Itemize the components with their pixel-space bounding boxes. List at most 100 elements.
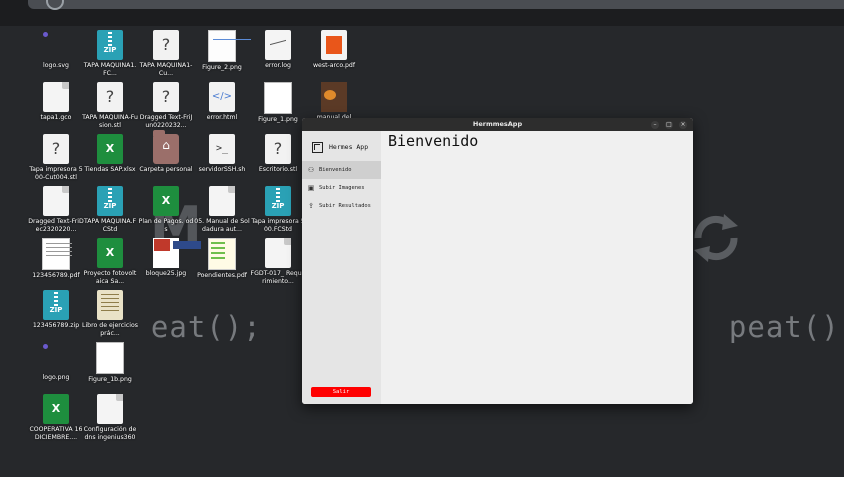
desktop-icon-label: Poendientes.pdf (197, 272, 247, 279)
exit-button[interactable]: Salir (311, 387, 371, 397)
window-title: HermmesApp (472, 120, 523, 128)
desktop-icon[interactable]: X COOPERATIVA 16 DICIEMBRE.... (28, 394, 84, 442)
desktop-icon-label: logo.svg (43, 62, 69, 69)
desktop-icon[interactable]: logo.svg (28, 30, 84, 70)
desktop-icon-label: Figure_1.png (258, 116, 298, 123)
sidebar-item-bienvenido[interactable]: ⚇ Bienvenido (302, 161, 381, 179)
document-icon (265, 238, 291, 268)
maximize-icon[interactable]: □ (665, 121, 673, 129)
desktop-icon[interactable]: ZIP 123456789.zip (28, 290, 84, 330)
close-icon[interactable]: × (679, 121, 687, 129)
desktop-icon-label: logo.png (42, 374, 70, 381)
pdf-file-icon (42, 238, 72, 270)
desktop-icon[interactable]: Figure_2.png (194, 30, 251, 72)
minimize-icon[interactable]: – (651, 121, 659, 129)
desktop-icon[interactable]: Carpeta personal (138, 130, 194, 174)
top-panel (0, 0, 844, 26)
sidebar-item-subir-resultados[interactable]: ⇪ Subir Resultados (302, 197, 381, 215)
desktop-icon[interactable]: Poendientes.pdf (194, 238, 250, 280)
sidebar-item-label: Subir Resultados (319, 203, 371, 209)
desktop-icon-label: Figure_2.png (202, 64, 242, 71)
desktop-icon[interactable]: Configuración de dns ingenius360 (82, 394, 138, 442)
desktop-icon-label: Escritorio.stl (258, 166, 298, 173)
desktop-icon[interactable]: ZIP Tapa impresora 500.FCStd (250, 186, 306, 234)
desktop-icon[interactable]: ? Escritorio.stl (250, 134, 306, 174)
desktop-icon[interactable]: </> error.html (194, 82, 250, 122)
desktop-icon-label: 05. Manual de Soldadura aut... (194, 218, 250, 233)
desktop-icon[interactable]: X Tiendas SAP.xlsx (82, 134, 138, 174)
desktop-icon[interactable]: Figure_1b.png (82, 342, 138, 384)
desktop-icon-label: Tapa impresora 500.FCStd (251, 218, 305, 233)
zip-archive-icon: ZIP (265, 186, 291, 216)
spreadsheet-icon: X (43, 394, 69, 424)
desktop-icon[interactable]: X Plan de Pagos. ods (138, 186, 194, 234)
wallpaper-code-right: peat(); (728, 310, 844, 344)
desktop-icon-label: Proyecto fotovoltaica Sa... (83, 270, 137, 285)
desktop-icon-label: west-arco.pdf (312, 62, 356, 69)
desktop-icon[interactable]: X Proyecto fotovoltaica Sa... (82, 238, 138, 286)
pdf-file-icon (321, 82, 347, 112)
desktop-icon-label: 123456789.pdf (32, 272, 80, 279)
desktop-icon-label: COOPERATIVA 16 DICIEMBRE.... (29, 426, 83, 441)
brand: Hermes App (310, 140, 380, 154)
desktop-icon[interactable]: bloque25.jpg (138, 238, 201, 278)
desktop-icon-label: TAPA MAQUINA1.FC... (83, 62, 137, 77)
zip-archive-icon: ZIP (43, 290, 69, 320)
document-icon (209, 186, 235, 216)
desktop-icon-label: Dragged Text-FriDec2320220... (28, 218, 84, 233)
desktop-icon-label: error.html (206, 114, 238, 121)
sidebar-item-label: Subir Imagenes (319, 185, 365, 191)
desktop-icon[interactable]: manual del (306, 82, 362, 122)
desktop-icon[interactable]: 123456789.pdf (28, 238, 84, 280)
desktop-icon-label: Tapa impresora 500-Cut004.stl (29, 166, 83, 181)
pdf-file-icon (208, 238, 236, 270)
desktop-icon[interactable]: ? Tapa impresora 500-Cut004.stl (28, 134, 84, 182)
sidebar-item-subir-imagenes[interactable]: ▣ Subir Imagenes (302, 179, 381, 197)
desktop-icon[interactable]: ZIP TAPA MAQUINA.FCStd (82, 186, 138, 234)
pdf-file-icon (321, 30, 347, 60)
desktop-icon[interactable]: tapa1.gco (28, 82, 84, 122)
desktop-icon[interactable]: >_ servidorSSH.sh (194, 134, 250, 174)
desktop-icon[interactable]: error.log (250, 30, 306, 70)
image-file-icon (208, 30, 251, 62)
wallpaper-repeat-icon (694, 214, 738, 262)
desktop-icon-label: bloque25.jpg (145, 270, 187, 277)
page-title: Bienvenido (388, 132, 479, 150)
zip-archive-icon: ZIP (97, 186, 123, 216)
unknown-file-icon: ? (43, 134, 69, 164)
desktop-icon[interactable]: FGDT-017_ Requerimiento... (250, 238, 306, 286)
desktop-icon[interactable]: ? TAPA MAQUINA-Fusion.stl (82, 82, 138, 130)
desktop-icon-label: Libro de ejercicios prác... (82, 322, 138, 337)
desktop-icon[interactable]: ZIP TAPA MAQUINA1.FC... (82, 30, 138, 78)
desktop-icon-label: Figure_1b.png (88, 376, 132, 383)
sidebar: Hermes App ⚇ Bienvenido ▣ Subir Imagenes… (302, 131, 381, 404)
spreadsheet-icon: X (153, 186, 179, 216)
desktop-icon[interactable]: logo.png (28, 342, 84, 382)
document-icon (43, 82, 69, 112)
log-file-icon (265, 30, 291, 60)
desktop-icon[interactable]: 05. Manual de Soldadura aut... (194, 186, 250, 234)
hermes-app-window: HermmesApp – □ × Hermes App ⚇ Bienvenido… (302, 118, 693, 404)
image-file-icon (96, 342, 124, 374)
desktop-icon-label: servidorSSH.sh (198, 166, 246, 173)
desktop-icon[interactable]: west-arco.pdf (306, 30, 362, 70)
window-titlebar[interactable]: HermmesApp – □ × (302, 118, 693, 131)
desktop-icon-label: TAPA MAQUINA1-Cu... (139, 62, 193, 77)
desktop-icon-label: FGDT-017_ Requerimiento... (250, 270, 306, 285)
unknown-file-icon: ? (153, 30, 179, 60)
zip-archive-icon: ZIP (97, 30, 123, 60)
desktop-icon-label: Tiendas SAP.xlsx (84, 166, 136, 173)
unknown-file-icon: ? (97, 82, 123, 112)
image-icon: ▣ (307, 184, 315, 192)
desktop-icon-label: error.log (265, 62, 291, 69)
desktop-icon[interactable]: Figure_1.png (250, 82, 306, 124)
image-file-icon (153, 238, 201, 268)
desktop-icon[interactable]: Dragged Text-FriDec2320220... (28, 186, 84, 234)
browser-tab-strip (28, 0, 844, 10)
document-icon (97, 290, 123, 320)
desktop-icon[interactable]: ? TAPA MAQUINA1-Cu... (138, 30, 194, 78)
desktop-icon-label: Dragged Text-FriJun0220232... (139, 114, 193, 129)
desktop-icon[interactable]: Libro de ejercicios prác... (82, 290, 138, 338)
desktop-icon[interactable]: ? Dragged Text-FriJun0220232... (138, 82, 194, 130)
person-icon: ⚇ (307, 166, 315, 174)
